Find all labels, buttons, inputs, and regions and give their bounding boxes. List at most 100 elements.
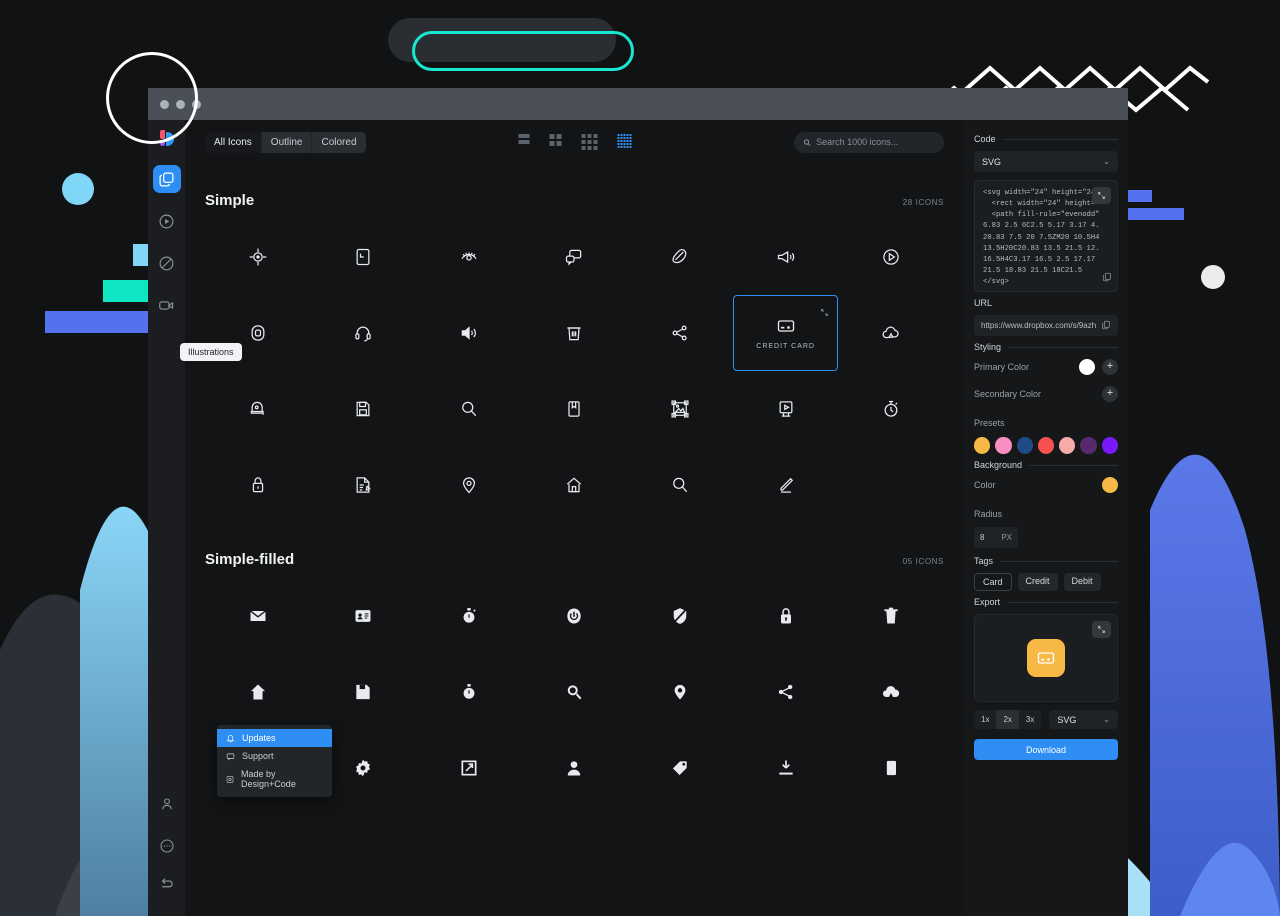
icon-cell-save-filled[interactable] (311, 654, 417, 730)
code-snippet-box[interactable]: <svg width="24" height="24" <rect width=… (974, 180, 1118, 292)
icon-cell-search[interactable] (416, 371, 522, 447)
icon-cell-home[interactable] (522, 447, 628, 523)
icon-cell-stopwatch-filled[interactable] (416, 578, 522, 654)
icon-cell-image-frame[interactable] (627, 371, 733, 447)
icon-cell-power-filled[interactable] (522, 578, 628, 654)
icon-cell-chat-bubbles[interactable] (522, 219, 628, 295)
icon-cell-trash-filled[interactable] (838, 578, 944, 654)
scale-1x[interactable]: 1x (974, 710, 996, 729)
large-grid-view-toggle[interactable] (549, 134, 561, 150)
icon-cell-copy-filled[interactable] (838, 730, 944, 806)
scale-3x[interactable]: 3x (1019, 710, 1041, 729)
icon-cell-video-player[interactable] (733, 371, 839, 447)
icon-cell-edit-square-filled[interactable] (416, 730, 522, 806)
primary-color-label: Primary Color (974, 362, 1030, 372)
preset-swatch-7[interactable] (1101, 437, 1118, 454)
icon-cell-trash[interactable] (522, 295, 628, 371)
icon-cell-lock-filled[interactable] (733, 578, 839, 654)
expand-icon[interactable] (820, 304, 829, 322)
filter-all-icons[interactable]: All Icons (205, 131, 262, 153)
copy-code-button[interactable] (1102, 269, 1112, 287)
icon-cell-megaphone[interactable] (733, 219, 839, 295)
icon-cell-lock[interactable] (205, 447, 311, 523)
radius-input[interactable]: 8 PX (974, 527, 1018, 548)
scale-2x[interactable]: 2x (996, 710, 1019, 729)
export-format-select[interactable]: SVG ⌄ (1049, 710, 1118, 729)
video-camera-icon (159, 300, 174, 310)
medium-grid-view-toggle[interactable] (581, 134, 597, 150)
icon-cell-timer-filled[interactable] (416, 654, 522, 730)
list-view-toggle[interactable] (518, 134, 529, 150)
small-grid-view-toggle[interactable] (617, 134, 631, 150)
icon-cell-tag-filled[interactable] (627, 730, 733, 806)
preset-swatch-1[interactable] (974, 437, 991, 454)
background-color-swatch[interactable] (1102, 477, 1118, 493)
code-format-select[interactable]: SVG ⌄ (974, 151, 1118, 172)
icon-cell-save[interactable] (311, 371, 417, 447)
icon-cell-location-filled[interactable] (627, 654, 733, 730)
icon-cell-target[interactable] (205, 219, 311, 295)
sidebar-item-illustrations[interactable] (152, 165, 181, 193)
url-field[interactable]: https://www.dropbox.com/s/9azh (974, 315, 1118, 336)
search-bar[interactable] (794, 131, 944, 153)
tag-credit[interactable]: Credit (1017, 573, 1058, 591)
icon-cell-cloud-filled[interactable] (838, 654, 944, 730)
icon-cell-shield-filled[interactable] (627, 578, 733, 654)
preset-swatch-2[interactable] (995, 437, 1012, 454)
icon-cell-pen[interactable] (733, 447, 839, 523)
sidebar-item-animations[interactable] (153, 207, 181, 235)
icon-cell-credit-card[interactable]: CREDIT CARD (732, 295, 839, 371)
sidebar-item-back[interactable] (153, 874, 181, 902)
icon-cell-headset[interactable] (311, 295, 417, 371)
icon-cell-search-filled[interactable] (522, 654, 628, 730)
icon-cell-eye[interactable] (416, 219, 522, 295)
window-close-dot[interactable] (160, 99, 169, 109)
preset-swatch-4[interactable] (1037, 437, 1055, 454)
icon-cell-person-filled[interactable] (522, 730, 628, 806)
code-expand-button[interactable] (1092, 187, 1111, 204)
primary-color-swatch[interactable] (1079, 359, 1095, 375)
sidebar-item-account[interactable] (153, 790, 181, 818)
preset-swatch-5[interactable] (1059, 437, 1076, 454)
icon-cell-stopwatch[interactable] (838, 371, 944, 447)
icon-cell-cloud[interactable] (838, 295, 944, 371)
preset-swatch-3[interactable] (1016, 437, 1033, 454)
filter-outline[interactable]: Outline (261, 131, 313, 153)
icon-cell-note-edit[interactable] (311, 447, 417, 523)
tag-card[interactable]: Card (974, 573, 1012, 591)
filter-colored[interactable]: Colored (312, 131, 366, 153)
add-secondary-color-button[interactable]: + (1102, 386, 1118, 402)
sidebar-item-compass[interactable] (153, 249, 181, 277)
icon-cell-label: CREDIT CARD (756, 343, 815, 350)
sidebar-item-more[interactable] (153, 832, 181, 860)
window-maximize-dot[interactable] (192, 99, 201, 109)
icon-cell-share-filled[interactable] (733, 654, 839, 730)
add-primary-color-button[interactable]: + (1102, 359, 1118, 375)
icon-cell-calendar[interactable] (311, 219, 417, 295)
preset-swatch-6[interactable] (1080, 437, 1097, 454)
copy-url-button[interactable] (1101, 317, 1111, 335)
menu-item-updates[interactable]: Updates (217, 729, 332, 747)
tag-debit[interactable]: Debit (1063, 573, 1101, 591)
search-input[interactable] (816, 137, 935, 147)
window-minimize-dot[interactable] (176, 99, 185, 109)
icon-cell-volume[interactable] (416, 295, 522, 371)
preview-expand-button[interactable] (1092, 621, 1111, 638)
icon-cell-bookmark[interactable] (522, 371, 628, 447)
icon-cell-alarm-bell[interactable] (205, 371, 311, 447)
icon-cell-mail-filled[interactable] (205, 578, 311, 654)
icon-cell-zoom[interactable] (627, 447, 733, 523)
sidebar-item-videos[interactable] (153, 291, 181, 319)
icon-cell-home-filled[interactable] (205, 654, 311, 730)
preset-swatches (974, 437, 1118, 454)
download-button[interactable]: Download (974, 739, 1118, 760)
icon-cell-id-card-filled[interactable] (311, 578, 417, 654)
menu-item-support[interactable]: Support (217, 747, 332, 765)
icon-cell-download-filled[interactable] (733, 730, 839, 806)
icon-cell-share[interactable] (627, 295, 733, 371)
designcode-logo-icon[interactable] (158, 130, 175, 147)
icon-cell-map-pin[interactable] (416, 447, 522, 523)
icon-cell-play-circle[interactable] (838, 219, 944, 295)
icon-cell-feather[interactable] (627, 219, 733, 295)
menu-item-made-by[interactable]: Made by Design+Code (217, 765, 332, 793)
